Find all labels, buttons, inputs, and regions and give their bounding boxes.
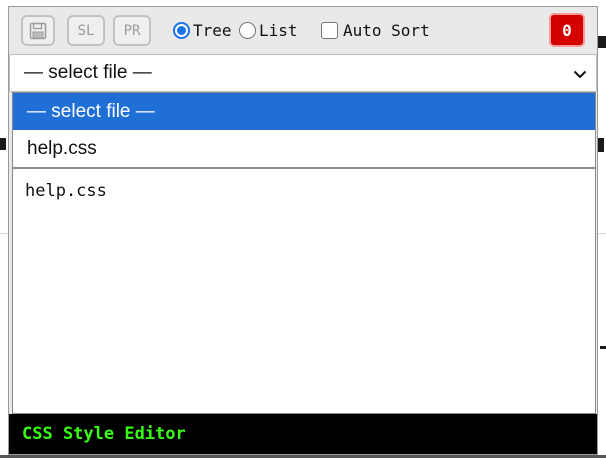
- file-select-value: — select file —: [24, 62, 152, 83]
- background-glyph-right: [598, 138, 604, 152]
- pr-button[interactable]: PR: [113, 15, 151, 46]
- toolbar: SL PR Tree List Auto Sort 0: [9, 7, 597, 53]
- tree-radio[interactable]: [173, 21, 190, 39]
- background-glyph-left: [0, 138, 6, 150]
- view-option-tree[interactable]: Tree: [173, 19, 232, 41]
- error-count-badge[interactable]: 0: [549, 13, 585, 47]
- dropdown-option-select-file[interactable]: — select file —: [13, 93, 595, 130]
- file-tree: help.css: [12, 168, 596, 414]
- view-option-list[interactable]: List: [239, 19, 298, 41]
- tree-label: Tree: [193, 20, 232, 40]
- auto-sort-label: Auto Sort: [343, 20, 430, 40]
- dropdown-option-help-css[interactable]: help.css: [13, 130, 595, 167]
- list-radio[interactable]: [239, 21, 256, 39]
- list-label: List: [259, 20, 298, 40]
- file-item[interactable]: help.css: [25, 181, 107, 201]
- background-glyph-right-lower: [600, 346, 606, 349]
- css-editor-panel: SL PR Tree List Auto Sort 0 — select fil…: [8, 6, 598, 455]
- chevron-down-icon: [573, 70, 587, 79]
- save-button[interactable]: [21, 15, 55, 46]
- floppy-disk-icon: [29, 22, 47, 39]
- file-select[interactable]: — select file —: [9, 54, 597, 92]
- status-bar-title: CSS Style Editor: [22, 424, 186, 444]
- background-glyph-top-right: [598, 36, 606, 48]
- status-bar: CSS Style Editor: [9, 414, 597, 454]
- auto-sort-option[interactable]: Auto Sort: [321, 19, 430, 41]
- sl-button[interactable]: SL: [67, 15, 105, 46]
- auto-sort-checkbox[interactable]: [321, 21, 338, 39]
- file-select-dropdown: — select file — help.css: [12, 92, 596, 168]
